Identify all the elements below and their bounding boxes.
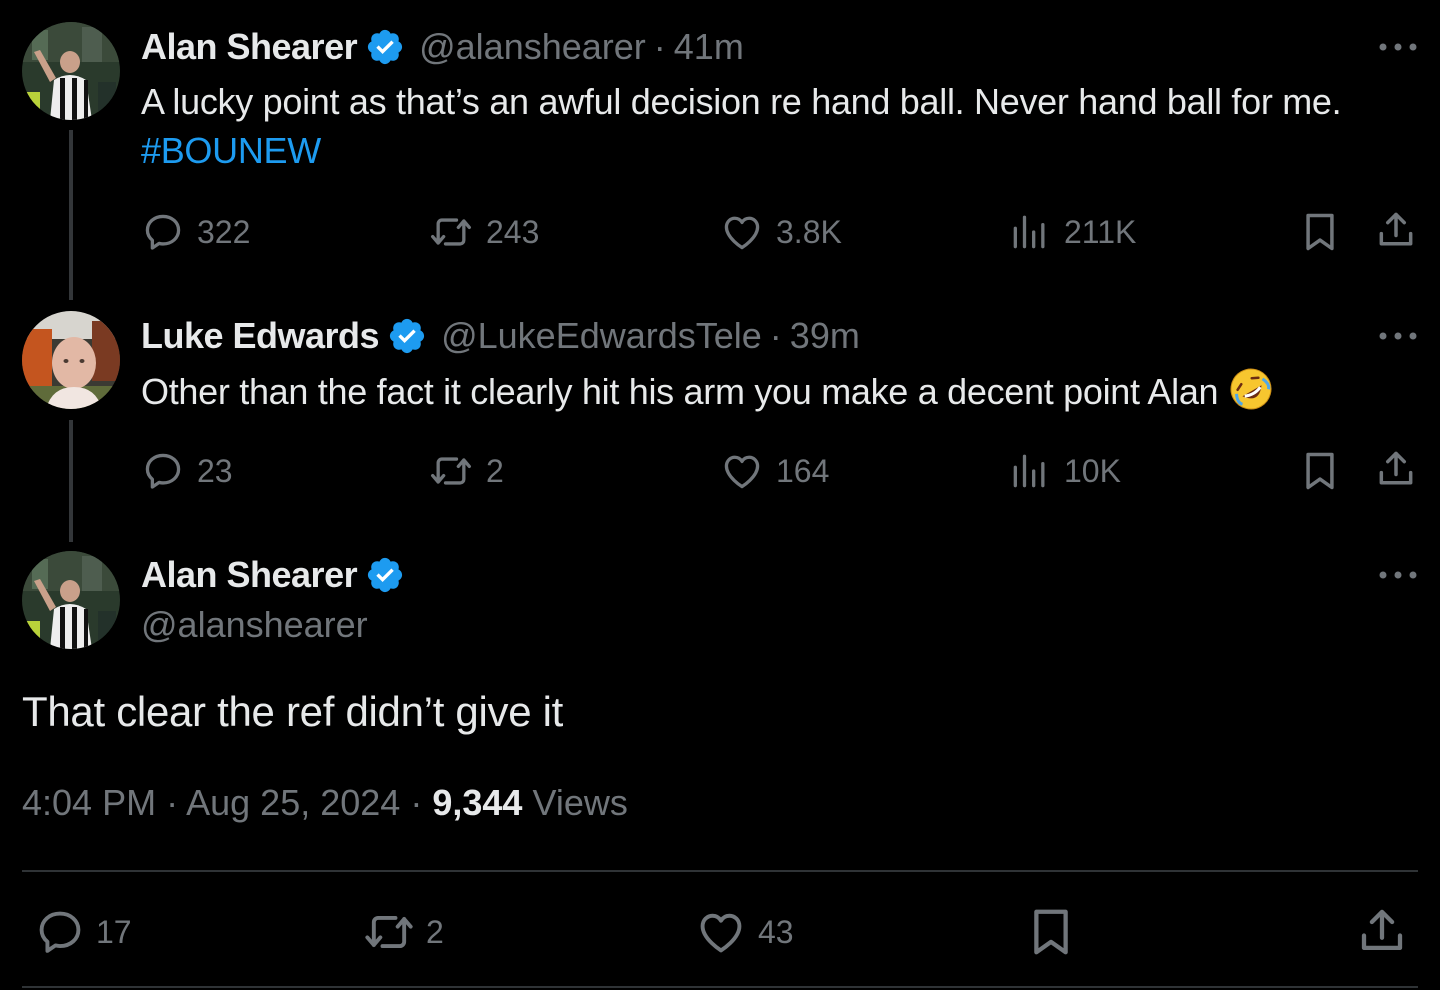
tweet-text-body: A lucky point as that’s an awful decisio… bbox=[141, 81, 1342, 122]
main-tweet-header: Alan Shearer bbox=[141, 550, 419, 600]
avatar-alan-shearer[interactable] bbox=[22, 551, 120, 649]
share-icon bbox=[1374, 447, 1418, 491]
verified-badge-icon bbox=[365, 27, 405, 67]
like-icon bbox=[720, 210, 764, 254]
avatar-image bbox=[22, 311, 120, 409]
views-button[interactable]: 211K bbox=[1008, 210, 1136, 254]
reply-count: 322 bbox=[197, 213, 251, 250]
reply-count: 23 bbox=[197, 452, 233, 489]
like-icon bbox=[720, 449, 764, 493]
author-name[interactable]: Alan Shearer bbox=[141, 554, 358, 596]
avatar-image bbox=[22, 551, 120, 649]
reply-count: 17 bbox=[96, 913, 132, 950]
tweet-header: Alan Shearer @alanshearer · 41m bbox=[141, 22, 744, 72]
tweet-text-body: Other than the fact it clearly hit his a… bbox=[141, 371, 1228, 412]
separator: · bbox=[166, 782, 179, 823]
bookmark-button[interactable] bbox=[1298, 210, 1342, 254]
author-handle[interactable]: @LukeEdwardsTele bbox=[441, 315, 762, 357]
repost-count: 2 bbox=[486, 452, 504, 489]
thread-connector-line bbox=[69, 420, 73, 542]
repost-icon bbox=[362, 906, 416, 958]
separator: · bbox=[769, 315, 782, 356]
avatar-alan-shearer[interactable] bbox=[22, 22, 120, 120]
like-button[interactable]: 164 bbox=[720, 449, 829, 493]
tweet-text: A lucky point as that’s an awful decisio… bbox=[141, 77, 1401, 175]
views-button[interactable]: 10K bbox=[1008, 449, 1121, 493]
avatar-image bbox=[22, 22, 120, 120]
repost-button[interactable]: 243 bbox=[428, 210, 539, 254]
reply-icon bbox=[141, 210, 185, 254]
thread-connector-line bbox=[69, 130, 73, 300]
reply-icon bbox=[141, 449, 185, 493]
reply-button[interactable]: 322 bbox=[141, 210, 250, 254]
share-icon bbox=[1374, 208, 1418, 252]
tweet-text: Other than the fact it clearly hit his a… bbox=[141, 366, 1401, 416]
rolling-on-floor-laughing-emoji-icon bbox=[1230, 368, 1272, 410]
like-count: 164 bbox=[776, 452, 830, 489]
views-total: 9,344 bbox=[432, 782, 523, 823]
avatar-luke-edwards[interactable] bbox=[22, 311, 120, 409]
separator: · bbox=[410, 782, 423, 823]
repost-count: 2 bbox=[426, 913, 444, 950]
share-button[interactable] bbox=[1374, 208, 1418, 252]
reply-icon bbox=[34, 906, 86, 958]
hashtag-link[interactable]: #BOUNEW bbox=[141, 130, 321, 171]
verified-badge-icon bbox=[365, 555, 405, 595]
bookmark-icon bbox=[1298, 449, 1342, 493]
author-name[interactable]: Luke Edwards bbox=[141, 315, 380, 357]
like-count: 43 bbox=[758, 913, 794, 950]
repost-count: 243 bbox=[486, 213, 540, 250]
main-tweet-text: That clear the ref didn’t give it bbox=[22, 688, 564, 735]
author-name[interactable]: Alan Shearer bbox=[141, 26, 358, 68]
reply-button[interactable]: 17 bbox=[34, 906, 132, 958]
divider bbox=[22, 870, 1418, 872]
verified-badge-icon bbox=[387, 316, 427, 356]
views-icon bbox=[1008, 449, 1052, 493]
views-count: 211K bbox=[1064, 213, 1137, 250]
tweet-date[interactable]: Aug 25, 2024 bbox=[186, 782, 400, 823]
like-button[interactable]: 3.8K bbox=[720, 210, 842, 254]
repost-icon bbox=[428, 449, 474, 493]
repost-icon bbox=[428, 210, 474, 254]
bookmark-button[interactable] bbox=[1298, 449, 1342, 493]
author-handle[interactable]: @alanshearer bbox=[419, 26, 646, 68]
bookmark-button[interactable] bbox=[1024, 904, 1078, 960]
share-button[interactable] bbox=[1374, 447, 1418, 491]
views-icon bbox=[1008, 210, 1052, 254]
repost-button[interactable]: 2 bbox=[362, 906, 444, 958]
like-count: 3.8K bbox=[776, 213, 842, 250]
divider bbox=[22, 986, 1418, 988]
tweet-header: Luke Edwards @LukeEdwardsTele · 39m bbox=[141, 311, 860, 361]
share-icon bbox=[1354, 904, 1410, 958]
repost-button[interactable]: 2 bbox=[428, 449, 504, 493]
author-handle[interactable]: @alanshearer bbox=[141, 604, 368, 646]
bookmark-icon bbox=[1024, 904, 1078, 960]
tweet-meta: 4:04 PM · Aug 25, 2024 · 9,344 Views bbox=[22, 782, 628, 824]
views-label: Views bbox=[532, 782, 628, 823]
tweet-time[interactable]: 39m bbox=[790, 315, 860, 357]
more-icon[interactable] bbox=[1378, 329, 1418, 343]
tweet-time[interactable]: 41m bbox=[674, 26, 744, 68]
like-button[interactable]: 43 bbox=[694, 906, 794, 958]
like-icon bbox=[694, 906, 748, 958]
more-icon[interactable] bbox=[1378, 568, 1418, 582]
tweet-timestamp[interactable]: 4:04 PM bbox=[22, 782, 156, 823]
share-button[interactable] bbox=[1354, 904, 1410, 958]
bookmark-icon bbox=[1298, 210, 1342, 254]
views-count: 10K bbox=[1064, 452, 1121, 489]
reply-button[interactable]: 23 bbox=[141, 449, 233, 493]
separator: · bbox=[653, 26, 666, 67]
more-icon[interactable] bbox=[1378, 40, 1418, 54]
